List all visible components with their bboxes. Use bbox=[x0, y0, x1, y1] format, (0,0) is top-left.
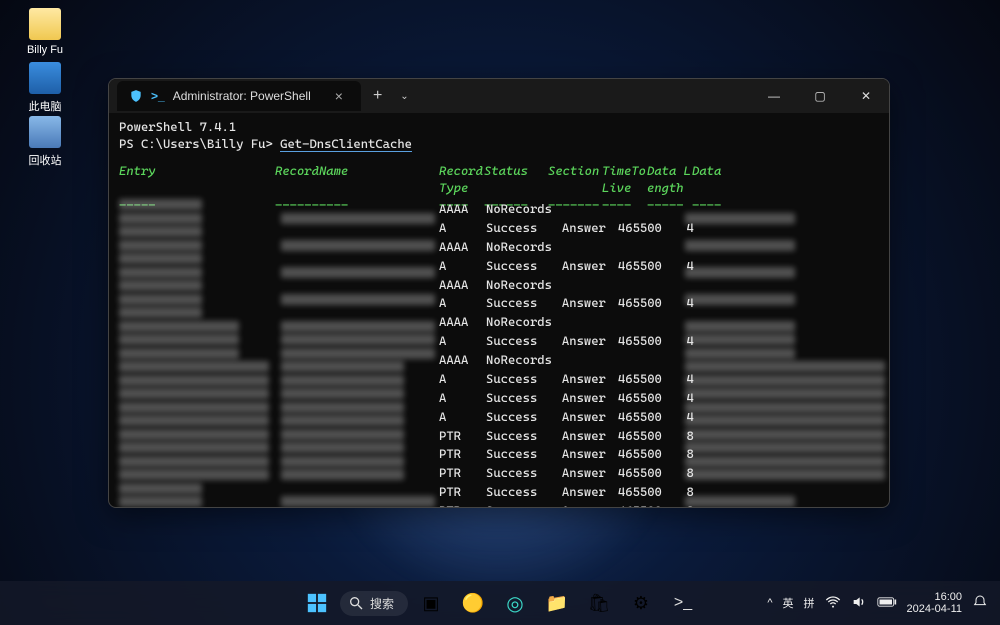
app-explorer[interactable]: 📁 bbox=[538, 584, 576, 622]
tray-overflow-button[interactable]: ^ bbox=[767, 597, 772, 609]
dns-output-row: ASuccessAnswer4655004 bbox=[439, 295, 702, 312]
dns-output-row: PTRSuccessAnswer4655008 bbox=[439, 428, 702, 445]
taskbar-search[interactable]: 搜索 bbox=[340, 591, 408, 616]
dns-output-row: AAAANoRecords bbox=[439, 239, 702, 256]
start-button[interactable] bbox=[298, 584, 336, 622]
new-tab-button[interactable]: + bbox=[361, 87, 394, 105]
ps-icon: >_ bbox=[151, 89, 165, 103]
dns-output-row: ASuccessAnswer4655004 bbox=[439, 409, 702, 426]
ime-language[interactable]: 英 bbox=[783, 595, 794, 611]
dns-output-row: ASuccessAnswer4655004 bbox=[439, 258, 702, 275]
dns-output-table: AAAANoRecordsASuccessAnswer4655004AAAANo… bbox=[437, 199, 704, 507]
battery-icon[interactable] bbox=[877, 596, 897, 611]
dns-output-row: ASuccessAnswer4655004 bbox=[439, 390, 702, 407]
prompt-prefix: PS C:\Users\Billy Fu> bbox=[119, 136, 273, 151]
terminal-window: >_ Administrator: PowerShell × + ⌄ — ▢ ✕… bbox=[108, 78, 890, 508]
maximize-button[interactable]: ▢ bbox=[797, 79, 843, 113]
app-settings[interactable]: ⚙ bbox=[622, 584, 660, 622]
dns-output-row: ASuccessAnswer4655004 bbox=[439, 371, 702, 388]
dns-output-row: PTRSuccessAnswer4655008 bbox=[439, 465, 702, 482]
recycle-bin-icon bbox=[29, 116, 61, 148]
dns-output-row: PTRSuccessAnswer4655008 bbox=[439, 503, 702, 507]
data-column-censored bbox=[685, 199, 885, 507]
pc-icon bbox=[29, 62, 61, 94]
window-titlebar[interactable]: >_ Administrator: PowerShell × + ⌄ — ▢ ✕ bbox=[109, 79, 889, 113]
minimize-button[interactable]: — bbox=[751, 79, 797, 113]
col-ttl: TimeTo Live bbox=[602, 163, 647, 197]
close-button[interactable]: ✕ bbox=[843, 79, 889, 113]
ime-mode[interactable]: 拼 bbox=[804, 595, 815, 611]
app-terminal[interactable]: >_ bbox=[664, 584, 702, 622]
search-placeholder: 搜索 bbox=[370, 595, 394, 612]
desktop-icon-folder[interactable]: Billy Fu bbox=[10, 8, 80, 56]
clock-date: 2024-04-11 bbox=[907, 603, 962, 615]
dns-output-row: AAAANoRecords bbox=[439, 277, 702, 294]
taskview-button[interactable]: ▣ bbox=[412, 584, 450, 622]
tab-dropdown-button[interactable]: ⌄ bbox=[394, 91, 414, 102]
col-recordname: RecordName bbox=[275, 163, 439, 197]
notifications-button[interactable] bbox=[972, 594, 988, 613]
entry-column-censored bbox=[119, 199, 269, 507]
tab-powershell[interactable]: >_ Administrator: PowerShell × bbox=[117, 81, 361, 111]
dns-output-row: AAAANoRecords bbox=[439, 352, 702, 369]
desktop-icon-label: 此电脑 bbox=[29, 101, 62, 113]
search-icon bbox=[348, 595, 364, 611]
dns-output-row: PTRSuccessAnswer4655008 bbox=[439, 484, 702, 501]
output-header-row: Entry RecordName Record Type Status Sect… bbox=[119, 163, 879, 197]
system-tray: ^ 英 拼 16:00 2024-04-11 bbox=[767, 591, 1000, 615]
dns-output-row: ASuccessAnswer4655004 bbox=[439, 333, 702, 350]
app-copilot[interactable]: 🟡 bbox=[454, 584, 492, 622]
col-datalength: Data L ength bbox=[647, 163, 692, 197]
prompt-line: PS C:\Users\Billy Fu> Get-DnsClientCache bbox=[119, 136, 879, 153]
desktop-icon-label: 回收站 bbox=[29, 155, 62, 167]
clock[interactable]: 16:00 2024-04-11 bbox=[907, 591, 962, 615]
dns-output-row: PTRSuccessAnswer4655008 bbox=[439, 446, 702, 463]
col-status: Status bbox=[484, 163, 548, 197]
shield-icon bbox=[129, 89, 143, 103]
terminal-body[interactable]: PowerShell 7.4.1 PS C:\Users\Billy Fu> G… bbox=[109, 113, 889, 507]
dns-output-row: AAAANoRecords bbox=[439, 314, 702, 331]
col-section: Section bbox=[548, 163, 602, 197]
folder-icon bbox=[29, 8, 61, 40]
desktop-icon-label: Billy Fu bbox=[27, 44, 63, 56]
col-recordtype: Record Type bbox=[439, 163, 484, 197]
tab-close-button[interactable]: × bbox=[329, 88, 349, 104]
tab-title: Administrator: PowerShell bbox=[173, 89, 311, 103]
dns-output-row: AAAANoRecords bbox=[439, 201, 702, 218]
col-entry: Entry bbox=[119, 163, 275, 197]
dns-output-row: ASuccessAnswer4655004 bbox=[439, 220, 702, 237]
wifi-icon[interactable] bbox=[825, 594, 841, 613]
taskbar: 搜索 ▣ 🟡 ◎ 📁 🛍 ⚙ >_ ^ 英 拼 16:00 2024-04-11 bbox=[0, 581, 1000, 625]
recordname-column-censored bbox=[281, 199, 435, 507]
desktop-icon-this-pc[interactable]: 此电脑 bbox=[10, 62, 80, 114]
desktop-icon-recycle-bin[interactable]: 回收站 bbox=[10, 116, 80, 168]
command-text: Get-DnsClientCache bbox=[280, 136, 412, 152]
ps-banner: PowerShell 7.4.1 bbox=[119, 119, 879, 136]
app-store[interactable]: 🛍 bbox=[580, 584, 618, 622]
app-edge[interactable]: ◎ bbox=[496, 584, 534, 622]
volume-icon[interactable] bbox=[851, 594, 867, 613]
clock-time: 16:00 bbox=[907, 591, 962, 603]
col-data: Data bbox=[692, 163, 879, 197]
